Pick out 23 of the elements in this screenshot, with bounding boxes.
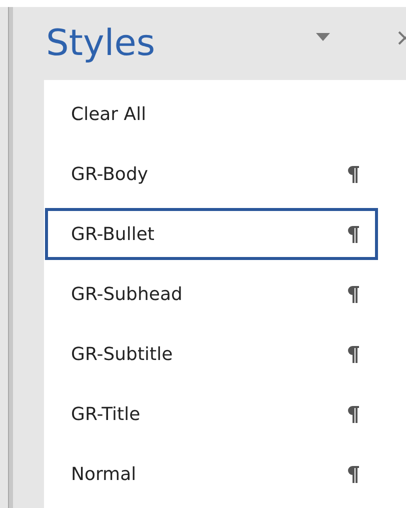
pilcrow-icon — [348, 226, 359, 242]
close-icon[interactable] — [398, 30, 406, 44]
style-name: Normal — [71, 464, 138, 484]
style-item[interactable]: GR-Title — [45, 388, 378, 440]
style-item[interactable]: GR-Bullet — [45, 208, 378, 260]
pilcrow-icon — [348, 286, 359, 302]
pilcrow-icon — [348, 166, 359, 182]
style-name: GR-Subtitle — [71, 344, 174, 364]
style-name: GR-Bullet — [71, 224, 156, 244]
style-name: GR-Body — [71, 164, 150, 184]
style-name: Clear All — [71, 104, 148, 124]
pilcrow-icon — [348, 406, 359, 422]
style-item[interactable]: GR-Subhead — [45, 268, 378, 320]
style-item[interactable]: Clear All — [45, 88, 378, 140]
caret-icon[interactable] — [316, 32, 330, 40]
pane-title: Styles — [45, 23, 156, 64]
style-name: GR-Title — [71, 404, 142, 424]
style-item[interactable]: Normal — [45, 448, 378, 500]
style-item[interactable]: GR-Subtitle — [45, 328, 378, 380]
pilcrow-icon — [348, 346, 359, 362]
style-item[interactable]: GR-Body — [45, 148, 378, 200]
style-name: GR-Subhead — [71, 284, 184, 304]
pilcrow-icon — [348, 466, 359, 482]
